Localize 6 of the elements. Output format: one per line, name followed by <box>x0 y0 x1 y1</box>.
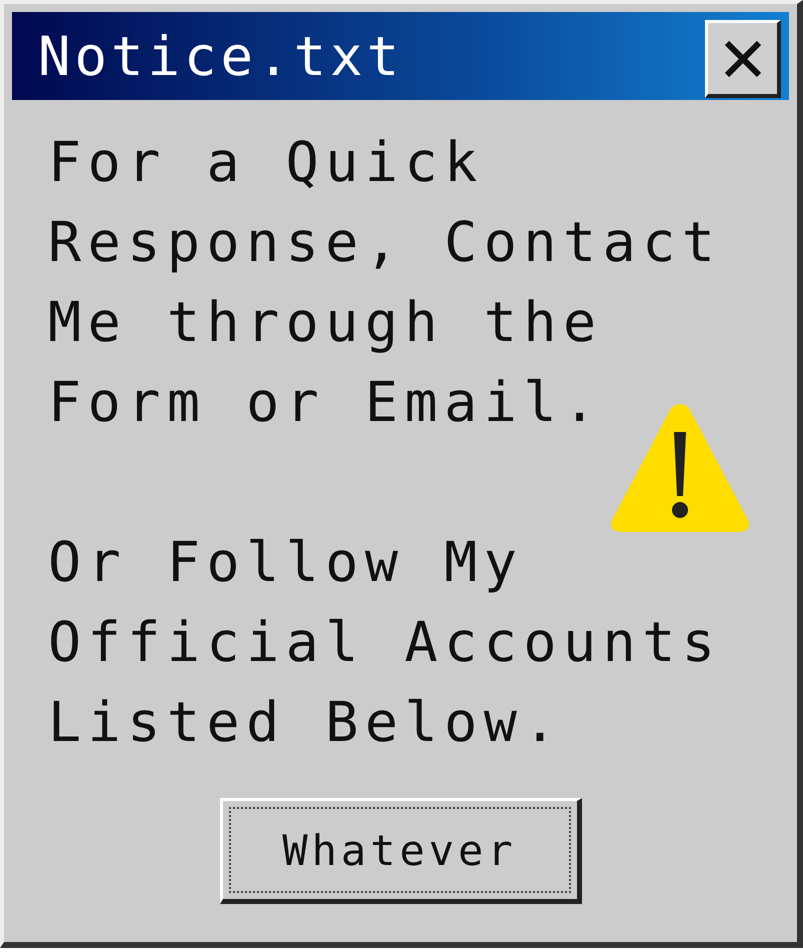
close-icon <box>722 38 762 78</box>
dismiss-button[interactable]: Whatever <box>220 798 582 904</box>
close-button[interactable] <box>705 20 781 98</box>
message-text: For a Quick Response, Contact Me through the Form or Email. <box>48 129 722 436</box>
message-text: Or Follow My Official Accounts Listed Below. <box>48 529 722 756</box>
window-title: Notice.txt <box>38 24 404 88</box>
